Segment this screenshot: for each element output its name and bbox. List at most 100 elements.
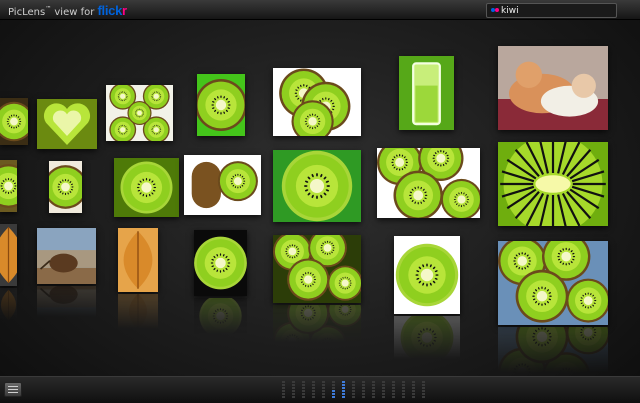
scrubber-cell[interactable] (422, 387, 425, 389)
photo-kiwi-bird[interactable] (37, 228, 96, 284)
photo-kiwi-slices-white[interactable] (377, 148, 480, 218)
scrubber-cell[interactable] (352, 381, 355, 383)
photo-kiwi-macro-large[interactable] (498, 142, 608, 226)
photo-kiwi-half[interactable] (0, 98, 28, 145)
scrubber-cell[interactable] (392, 387, 395, 389)
photo-kiwi-slices-overlap[interactable] (273, 235, 361, 303)
scrubber-cell[interactable] (322, 384, 325, 386)
scrubber-cell[interactable] (362, 396, 365, 398)
menu-button[interactable] (4, 382, 22, 397)
scrubber-cell[interactable] (302, 381, 305, 383)
scrubber-cell[interactable] (402, 384, 405, 386)
scrubber-cell[interactable] (392, 396, 395, 398)
photo-kiwi-heart[interactable] (37, 99, 97, 149)
scrubber-cell[interactable] (322, 393, 325, 395)
photo-kiwi-pieces[interactable] (49, 161, 82, 213)
scrubber-cell[interactable] (332, 390, 335, 392)
scrubber-cell[interactable] (292, 387, 295, 389)
photo-kiwi-halves-white[interactable] (184, 155, 261, 215)
scrubber-cell[interactable] (402, 396, 405, 398)
scrubber-cell[interactable] (302, 387, 305, 389)
scrubber-cell[interactable] (342, 393, 345, 395)
scrubber-cell[interactable] (402, 393, 405, 395)
photo-kiwi-leaf[interactable] (118, 228, 158, 292)
scrubber-cell[interactable] (412, 387, 415, 389)
scrubber-cell[interactable] (352, 393, 355, 395)
scrubber-cell[interactable] (422, 396, 425, 398)
search-input[interactable] (501, 4, 611, 17)
scrubber-cell[interactable] (282, 384, 285, 386)
scrubber-cell[interactable] (392, 381, 395, 383)
photo-kiwi-slices-grid[interactable] (106, 85, 173, 141)
scrubber-cell[interactable] (372, 387, 375, 389)
scrubber-cell[interactable] (322, 381, 325, 383)
scrubber-cell[interactable] (402, 387, 405, 389)
scrubber-cell[interactable] (372, 393, 375, 395)
scrubber-cell[interactable] (292, 396, 295, 398)
scrubber-cell[interactable] (422, 384, 425, 386)
scrubber-cell[interactable] (392, 384, 395, 386)
scrubber-cell[interactable] (312, 396, 315, 398)
scrubber-cell[interactable] (312, 381, 315, 383)
scrubber-cell[interactable] (392, 393, 395, 395)
scrubber-cell[interactable] (312, 393, 315, 395)
scrubber-cell[interactable] (412, 393, 415, 395)
scrubber-cell[interactable] (342, 387, 345, 389)
scrubber-cell[interactable] (302, 393, 305, 395)
scrubber-cell[interactable] (282, 390, 285, 392)
scrubber-cell[interactable] (412, 384, 415, 386)
scrubber-cell[interactable] (382, 381, 385, 383)
scrubber-cell[interactable] (422, 390, 425, 392)
scrubber-cell[interactable] (382, 390, 385, 392)
scrubber-cell[interactable] (422, 393, 425, 395)
scrubber-cell[interactable] (412, 381, 415, 383)
photo-kiwi-edge-2[interactable] (0, 160, 17, 212)
scrubber-cell[interactable] (382, 393, 385, 395)
photo-kiwi-slice-dark[interactable] (194, 230, 247, 296)
photo-kiwi-macro-core[interactable] (114, 158, 179, 217)
search-box[interactable] (486, 3, 617, 18)
scrubber-cell[interactable] (342, 381, 345, 383)
scrubber-cell[interactable] (352, 396, 355, 398)
scrubber-cell[interactable] (352, 384, 355, 386)
scrubber-cell[interactable] (302, 396, 305, 398)
scrubber-cell[interactable] (402, 390, 405, 392)
scrubber-cell[interactable] (342, 390, 345, 392)
scrubber-cell[interactable] (382, 387, 385, 389)
photo-kiwi-slice-white[interactable] (394, 236, 460, 314)
scrubber-cell[interactable] (402, 381, 405, 383)
scrubber-cell[interactable] (282, 381, 285, 383)
scrubber-cell[interactable] (362, 390, 365, 392)
scrubber-cell[interactable] (422, 381, 425, 383)
photo-kiwi-stack[interactable] (273, 68, 361, 136)
scrubber-cell[interactable] (282, 396, 285, 398)
scrubber-cell[interactable] (412, 390, 415, 392)
scrubber-cell[interactable] (362, 393, 365, 395)
scrubber-cell[interactable] (412, 396, 415, 398)
navigation-scrubber[interactable] (282, 381, 438, 399)
scrubber-cell[interactable] (362, 387, 365, 389)
scrubber-cell[interactable] (322, 387, 325, 389)
photo-kiwi-green-bg[interactable] (197, 74, 245, 136)
scrubber-cell[interactable] (332, 396, 335, 398)
scrubber-cell[interactable] (352, 390, 355, 392)
scrubber-cell[interactable] (362, 381, 365, 383)
scrubber-cell[interactable] (282, 387, 285, 389)
scrubber-cell[interactable] (332, 393, 335, 395)
photo-kiwi-edge-3[interactable] (0, 224, 17, 286)
scrubber-cell[interactable] (312, 390, 315, 392)
scrubber-cell[interactable] (372, 381, 375, 383)
scrubber-cell[interactable] (332, 387, 335, 389)
scrubber-cell[interactable] (322, 390, 325, 392)
photo-kiwi-on-green[interactable] (273, 150, 361, 222)
scrubber-cell[interactable] (372, 396, 375, 398)
scrubber-cell[interactable] (322, 396, 325, 398)
photo-kiwi-flowers[interactable] (498, 241, 608, 325)
scrubber-cell[interactable] (312, 387, 315, 389)
scrubber-cell[interactable] (292, 390, 295, 392)
scrubber-cell[interactable] (352, 387, 355, 389)
scrubber-cell[interactable] (302, 390, 305, 392)
scrubber-cell[interactable] (382, 396, 385, 398)
scrubber-cell[interactable] (372, 390, 375, 392)
scrubber-cell[interactable] (292, 381, 295, 383)
